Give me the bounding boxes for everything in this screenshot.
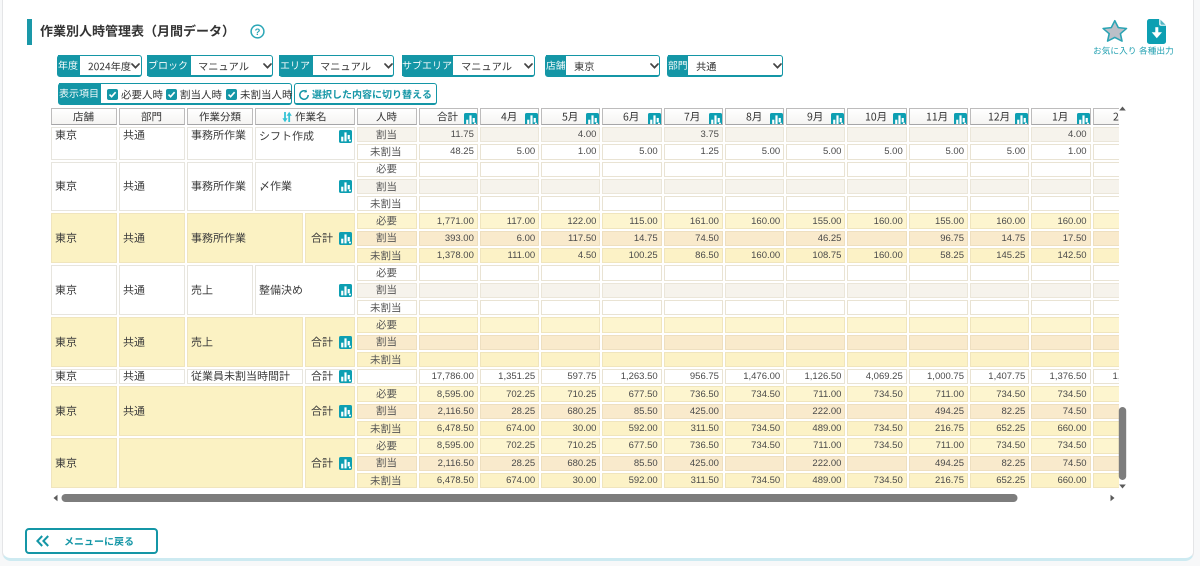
svg-text:?: ? — [255, 27, 261, 38]
